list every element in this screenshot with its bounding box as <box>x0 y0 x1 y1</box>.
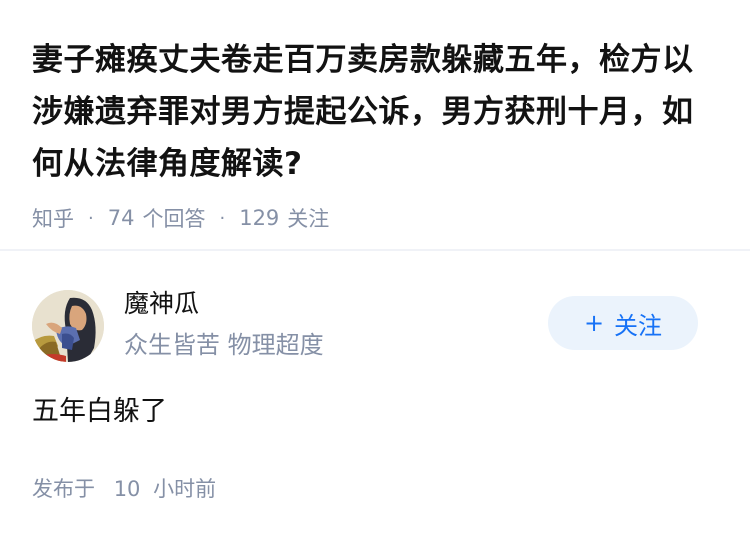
author-card: 魔神瓜 众生皆苦 物理超度 + 关注 <box>32 286 722 366</box>
avatar[interactable] <box>32 290 104 362</box>
question-header: 妻子瘫痪丈夫卷走百万卖房款躲藏五年，检方以涉嫌遗弃罪对男方提起公诉，男方获刑十月… <box>32 34 722 238</box>
portrait-avatar-icon <box>32 290 104 362</box>
question-title[interactable]: 妻子瘫痪丈夫卷走百万卖房款躲藏五年，检方以涉嫌遗弃罪对男方提起公诉，男方获刑十月… <box>32 34 722 190</box>
follower-count-label[interactable]: 关注 <box>287 203 329 233</box>
meta-separator: · <box>219 207 226 229</box>
section-divider <box>0 249 750 251</box>
meta-separator: · <box>88 207 94 229</box>
answer-content[interactable]: 五年白躲了 <box>32 390 167 434</box>
source-label[interactable]: 知乎 <box>32 203 74 233</box>
follower-count[interactable]: 129 <box>239 206 279 230</box>
time-value: 10 <box>113 477 141 501</box>
plus-icon: + <box>583 309 605 337</box>
answer-timestamp: 发布于 10 小时前 <box>32 472 216 506</box>
author-bio: 众生皆苦 物理超度 <box>124 331 324 359</box>
follow-button-label: 关注 <box>614 311 663 340</box>
time-prefix: 发布于 <box>32 477 95 501</box>
answer-count-label[interactable]: 个回答 <box>142 203 205 233</box>
answer-count[interactable]: 74 <box>108 206 135 230</box>
question-meta: 知乎 · 74 个回答 · 129 关注 <box>32 198 722 238</box>
author-name[interactable]: 魔神瓜 <box>124 286 199 322</box>
time-unit: 小时前 <box>153 477 217 501</box>
follow-button[interactable]: + 关注 <box>548 296 698 350</box>
